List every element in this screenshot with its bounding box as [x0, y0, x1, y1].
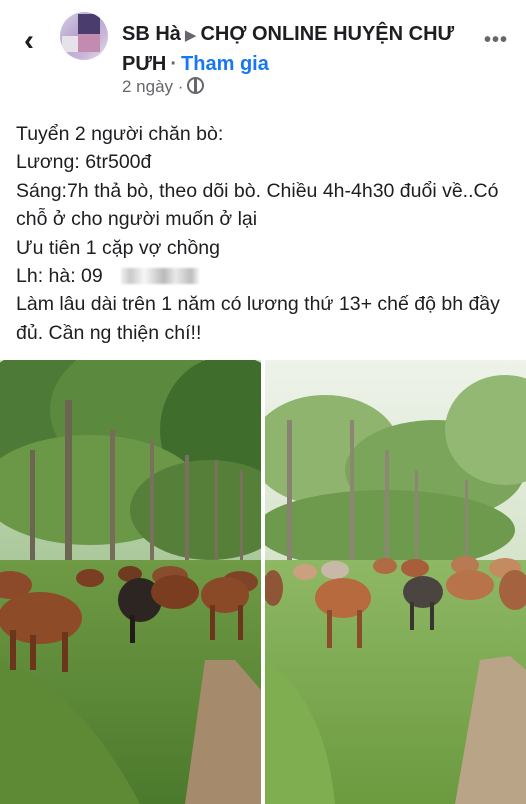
post-line: Ưu tiên 1 cặp vợ chồng: [16, 236, 220, 259]
cattle-photo-right-image: [265, 360, 526, 804]
post-header: ‹ SB Hà ▶ CHỢ ONLINE HUYỆN CHƯ PƯH · Tham gi…: [0, 0, 526, 110]
author-name[interactable]: SB Hà: [122, 23, 181, 45]
cattle-photo-left[interactable]: [0, 360, 261, 804]
post-body: Tuyển 2 người chăn bò: Lương: 6tr500đ Sá…: [16, 120, 521, 347]
post-meta: 2 ngày ·: [122, 77, 205, 97]
more-options-button[interactable]: •••: [484, 30, 508, 50]
post-line: Sáng:7h thả bò, theo dõi bò. Chiều 4h-4h…: [16, 179, 499, 231]
post-line: Làm lâu dài trên 1 năm có lương thứ 13+ …: [16, 293, 500, 344]
post-line-contact: Lh: hà: 09: [16, 262, 521, 290]
globe-icon: [187, 77, 205, 94]
blurred-phone-number: [120, 268, 199, 285]
post-time[interactable]: 2 ngày: [122, 77, 173, 96]
back-button[interactable]: ‹: [14, 26, 44, 56]
post-line: Lương: 6tr500đ: [16, 151, 152, 174]
play-arrow-icon: ▶: [184, 27, 197, 44]
post-line: Tuyển 2 người chăn bò:: [16, 123, 224, 145]
post-title: SB Hà ▶ CHỢ ONLINE HUYỆN CHƯ PƯH · Tham gia: [122, 23, 455, 75]
cattle-photo-left-image: [0, 360, 261, 804]
join-link[interactable]: Tham gia: [181, 53, 269, 75]
avatar[interactable]: [60, 12, 108, 60]
photo-grid: [0, 360, 526, 804]
cattle-photo-right[interactable]: [265, 360, 526, 804]
